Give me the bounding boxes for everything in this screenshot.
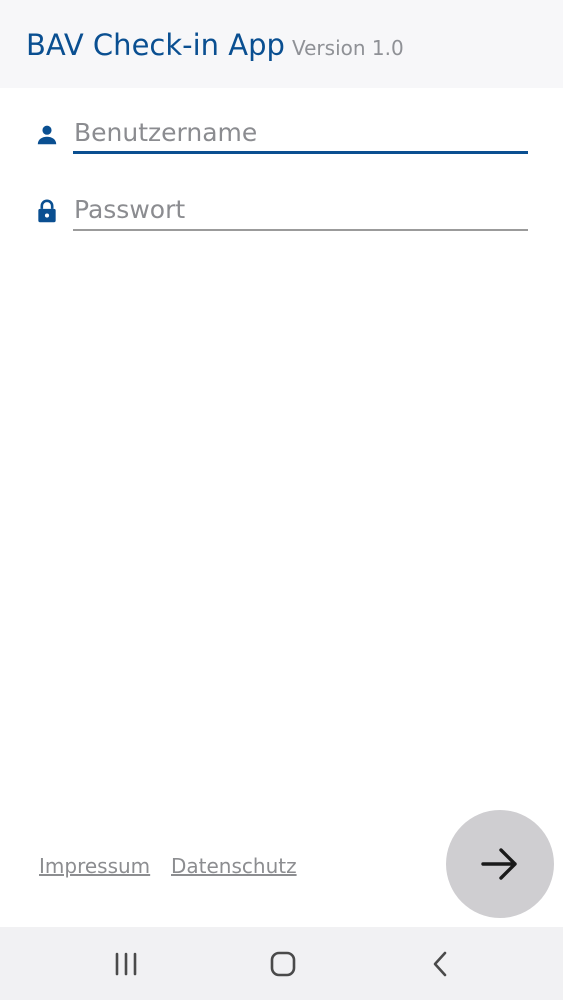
username-input[interactable] — [73, 112, 528, 152]
person-icon — [34, 122, 60, 148]
login-screen: BAV Check-in App Version 1.0 Impressum D… — [0, 0, 563, 1000]
password-underline — [73, 229, 528, 231]
system-navigation-bar — [0, 927, 563, 1000]
datenschutz-link[interactable]: Datenschutz — [171, 852, 297, 880]
app-version: Version 1.0 — [292, 36, 404, 60]
password-field — [0, 188, 563, 248]
username-field — [0, 110, 563, 170]
back-icon — [433, 951, 447, 977]
impressum-link[interactable]: Impressum — [39, 852, 150, 880]
app-header: BAV Check-in App Version 1.0 — [0, 0, 563, 88]
login-submit-button[interactable] — [446, 810, 554, 918]
home-icon — [270, 951, 296, 977]
username-underline — [73, 151, 528, 154]
app-title: BAV Check-in App — [26, 28, 285, 62]
lock-icon — [34, 198, 60, 224]
password-input[interactable] — [73, 189, 528, 229]
home-button[interactable] — [267, 948, 299, 980]
recent-apps-icon — [115, 952, 137, 976]
arrow-right-icon — [481, 848, 517, 880]
recent-apps-button[interactable] — [110, 948, 142, 980]
back-button[interactable] — [424, 948, 456, 980]
